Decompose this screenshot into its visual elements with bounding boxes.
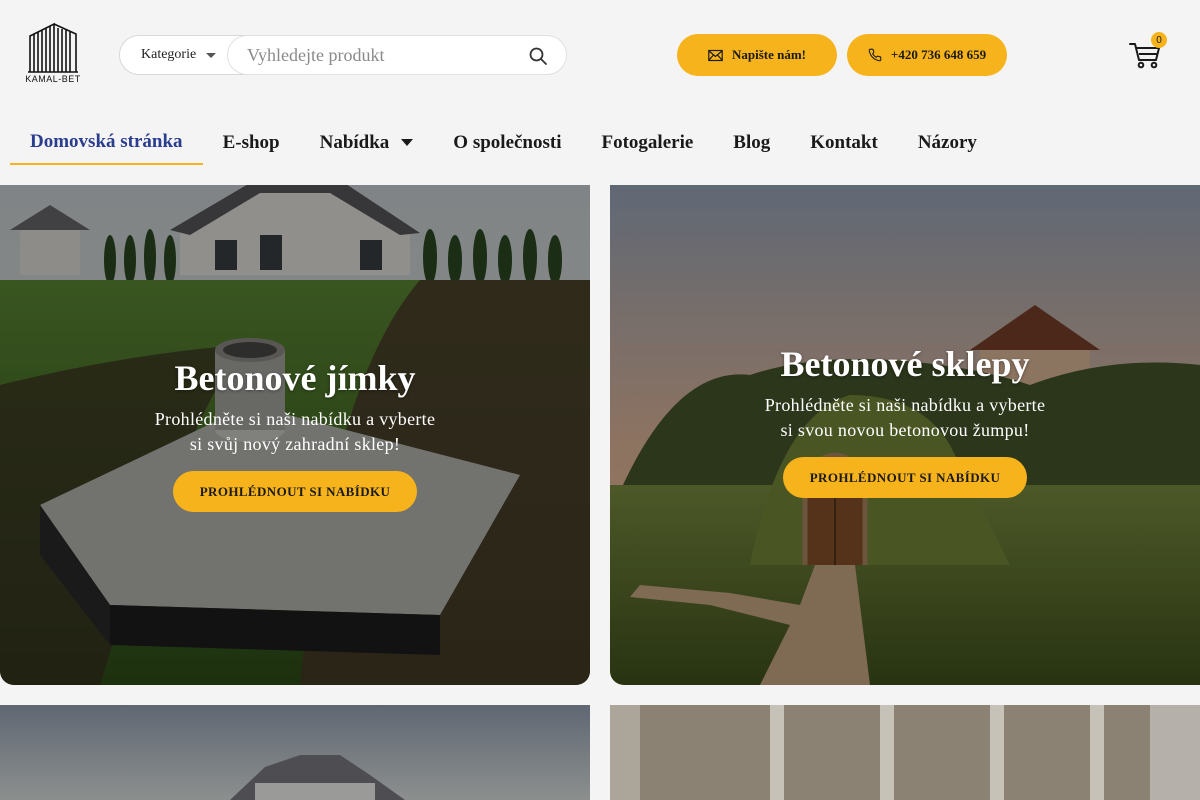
contact-us-label: Napište nám! (731, 47, 807, 62)
category-label: Kategorie (141, 47, 197, 62)
nav-item-gallery[interactable]: Fotogalerie (582, 120, 714, 165)
nav-item-blog[interactable]: Blog (713, 120, 790, 165)
nav-item-label: E-shop (222, 131, 280, 153)
nav-item-label: Názory (917, 131, 977, 153)
main-nav: Domovská stránka E-shop Nabídka O společ… (10, 120, 997, 166)
nav-item-eshop[interactable]: E-shop (203, 120, 300, 165)
card-description: Prohlédněte si naši nabídku a vyberte si… (764, 395, 1046, 440)
nav-item-label: Domovská stránka (30, 130, 183, 152)
card-title: Betonové sklepy (780, 344, 1030, 384)
site-header: KAMAL-BET Kategorie Napište nám! +420 73… (0, 0, 1200, 175)
card-description: Prohlédněte si naši nabídku a vyberte si… (154, 409, 436, 454)
product-card-3 (0, 705, 590, 800)
search-bar: Kategorie (119, 35, 567, 75)
card-content: Betonové sklepy Prohlédněte si naši nabí… (610, 343, 1200, 498)
house-image (0, 705, 590, 800)
site-logo[interactable]: KAMAL-BET (20, 22, 86, 88)
view-offer-button[interactable]: PROHLÉDNOUT SI NABÍDKU (783, 457, 1027, 498)
card-content: Betonové jímky Prohlédněte si naši nabíd… (0, 357, 590, 512)
envelope-icon (708, 49, 723, 61)
phone-icon (868, 48, 882, 62)
search-input[interactable] (227, 35, 567, 75)
product-card-concrete-cellars: Betonové sklepy Prohlédněte si naši nabí… (610, 185, 1200, 685)
phone-number: +420 736 648 659 (890, 47, 987, 62)
product-card-4 (610, 705, 1200, 800)
caret-down-icon (206, 53, 216, 58)
nav-item-contact[interactable]: Kontakt (790, 120, 898, 165)
phone-button[interactable]: +420 736 648 659 (847, 34, 1007, 76)
nav-item-label: Blog (733, 131, 771, 153)
product-card-concrete-tanks: Betonové jímky Prohlédněte si naši nabíd… (0, 185, 590, 685)
interior-image (610, 705, 1200, 800)
caret-down-icon[interactable] (401, 139, 414, 146)
card-title: Betonové jímky (174, 358, 416, 398)
cart-count-badge: 0 (1151, 32, 1167, 48)
nav-item-offer[interactable]: Nabídka (300, 120, 434, 165)
nav-item-home[interactable]: Domovská stránka (10, 120, 203, 165)
nav-item-reviews[interactable]: Názory (898, 120, 997, 165)
nav-item-label: O společnosti (453, 131, 562, 153)
nav-item-label: Fotogalerie (601, 131, 694, 153)
search-icon[interactable] (528, 46, 548, 66)
nav-item-label: Nabídka (319, 131, 390, 153)
logo-text: KAMAL-BET (25, 74, 81, 84)
nav-item-about[interactable]: O společnosti (433, 120, 581, 165)
contact-us-button[interactable]: Napište nám! (677, 34, 837, 76)
view-offer-button[interactable]: PROHLÉDNOUT SI NABÍDKU (173, 471, 417, 512)
logo-building-icon (28, 22, 78, 73)
nav-item-label: Kontakt (810, 131, 878, 153)
